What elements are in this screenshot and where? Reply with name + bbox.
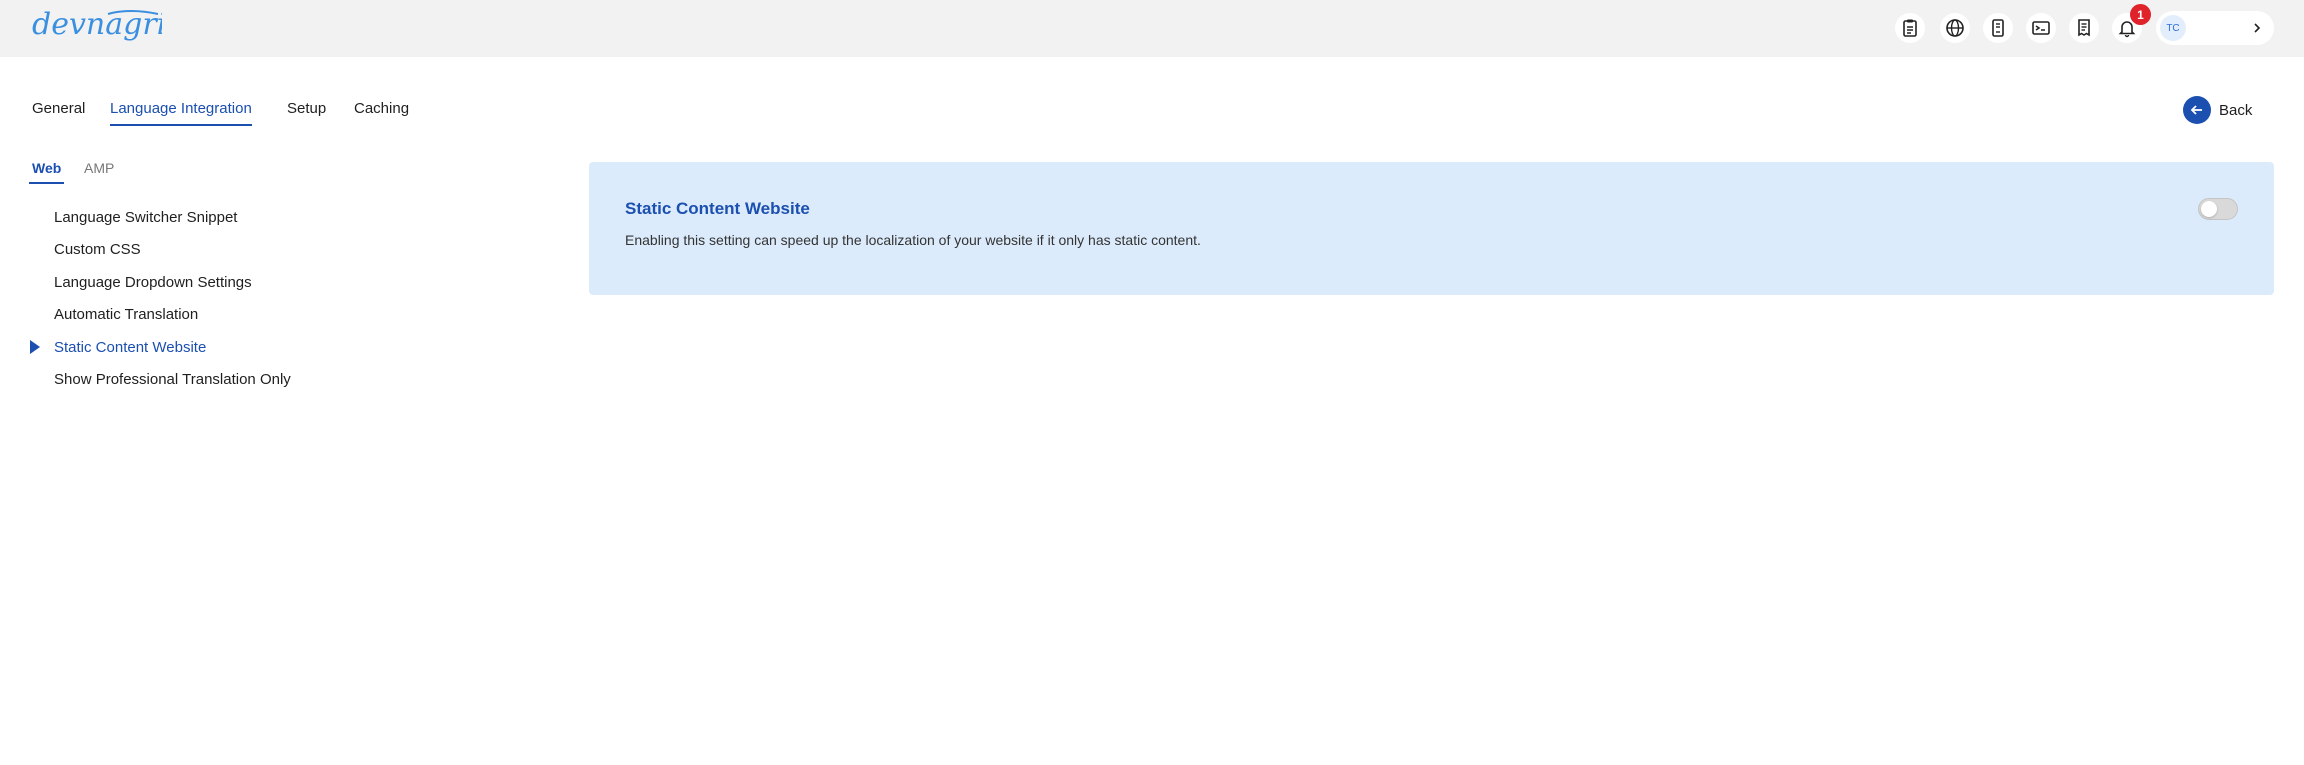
globe-icon[interactable] [1940, 13, 1970, 43]
avatar: TC [2160, 15, 2186, 41]
user-menu[interactable]: TC [2156, 11, 2274, 45]
sidebar-item-automatic-translation[interactable]: Automatic Translation [54, 306, 198, 323]
chevron-right-icon [2254, 23, 2261, 33]
top-bar: devnagri 1 TC [0, 0, 2304, 57]
clipboard-icon[interactable] [1895, 13, 1925, 43]
toggle-knob [2201, 201, 2217, 217]
sidebar-item-custom-css[interactable]: Custom CSS [54, 241, 141, 258]
terminal-icon[interactable] [2026, 13, 2056, 43]
tab-language-integration[interactable]: Language Integration [110, 100, 252, 126]
subtab-amp[interactable]: AMP [84, 160, 114, 184]
document-icon[interactable] [1983, 13, 2013, 43]
devnagri-logo[interactable]: devnagri [30, 6, 166, 46]
setting-title: Static Content Website [625, 199, 810, 218]
sidebar-item-language-switcher-snippet[interactable]: Language Switcher Snippet [54, 209, 237, 226]
tab-caching[interactable]: Caching [354, 100, 409, 126]
setting-description: Enabling this setting can speed up the l… [625, 232, 1201, 248]
subtab-web[interactable]: Web [29, 160, 65, 184]
sidebar-item-show-professional-translation-only[interactable]: Show Professional Translation Only [54, 371, 291, 388]
sidebar-item-language-dropdown-settings[interactable]: Language Dropdown Settings [54, 274, 252, 291]
back-label: Back [2219, 101, 2253, 119]
receipt-icon[interactable] [2069, 13, 2099, 43]
tab-setup[interactable]: Setup [287, 100, 326, 126]
back-button[interactable]: Back [2183, 95, 2252, 125]
tab-general[interactable]: General [32, 100, 85, 126]
static-content-toggle[interactable] [2198, 198, 2238, 220]
active-item-arrow-icon [30, 340, 40, 354]
arrow-left-icon [2183, 96, 2211, 124]
sidebar-item-static-content-website[interactable]: Static Content Website [54, 339, 206, 356]
notification-badge: 1 [2130, 4, 2151, 25]
setting-card: Static Content Website Enabling this set… [589, 162, 2274, 295]
